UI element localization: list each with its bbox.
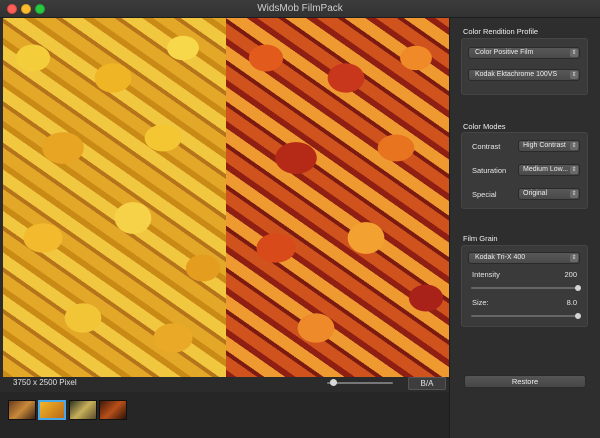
- size-label: Size:: [472, 298, 489, 307]
- grain-film-popup[interactable]: Kodak Tri-X 400 ⇕: [468, 252, 580, 264]
- grain-film-label: Kodak Tri-X 400: [475, 254, 526, 261]
- window-title: WidsMob FilmPack: [257, 3, 343, 14]
- pixel-size-label: 3750 x 2500 Pixel: [13, 378, 77, 387]
- chevron-updown-icon: ⇕: [570, 142, 578, 150]
- before-after-button[interactable]: B/A: [408, 377, 446, 390]
- size-slider[interactable]: [471, 313, 581, 319]
- intensity-slider-knob[interactable]: [575, 285, 581, 291]
- color-modes-title: Color Modes: [463, 122, 506, 131]
- film-popup[interactable]: Kodak Ektachrome 100VS ⇕: [468, 69, 580, 81]
- contrast-value: High Contrast: [523, 142, 566, 149]
- intensity-label: Intensity: [472, 270, 500, 279]
- chevron-updown-icon: ⇕: [570, 254, 578, 262]
- film-grain-title: Film Grain: [463, 234, 498, 243]
- color-rendition-title: Color Rendition Profile: [463, 27, 539, 36]
- restore-button[interactable]: Restore: [464, 375, 586, 388]
- size-slider-knob[interactable]: [575, 313, 581, 319]
- special-popup[interactable]: Original ⇕: [518, 188, 580, 200]
- intensity-slider[interactable]: [471, 285, 581, 291]
- saturation-label: Saturation: [472, 166, 507, 175]
- chevron-updown-icon: ⇕: [570, 49, 578, 57]
- filmstrip-thumbnail-selected[interactable]: [38, 400, 66, 420]
- film-grain-group: Kodak Tri-X 400 ⇕ Intensity 200 Size: 8.…: [461, 245, 588, 327]
- filmstrip-thumbnail[interactable]: [69, 400, 97, 420]
- filmstrip-thumbnail[interactable]: [8, 400, 36, 420]
- title-bar: WidsMob FilmPack: [0, 0, 600, 18]
- zoom-slider[interactable]: [327, 379, 393, 386]
- contrast-popup[interactable]: High Contrast ⇕: [518, 140, 580, 152]
- special-value: Original: [523, 190, 548, 197]
- special-label: Special: [472, 190, 497, 199]
- status-bar: 3750 x 2500 Pixel B/A: [3, 377, 449, 390]
- size-value: 8.0: [566, 298, 577, 307]
- chevron-updown-icon: ⇕: [570, 166, 578, 174]
- saturation-value: Medium Low...: [523, 166, 569, 173]
- film-popup-label: Kodak Ektachrome 100VS: [475, 71, 558, 78]
- original-image: [3, 18, 226, 377]
- filmstrip: [0, 392, 449, 438]
- zoom-slider-knob[interactable]: [329, 379, 337, 386]
- profile-popup[interactable]: Color Positive Film ⇕: [468, 47, 580, 59]
- filmstrip-thumbnail[interactable]: [99, 400, 127, 420]
- color-modes-group: Contrast High Contrast ⇕ Saturation Medi…: [461, 132, 588, 209]
- saturation-popup[interactable]: Medium Low... ⇕: [518, 164, 580, 176]
- photo-preview[interactable]: [3, 18, 449, 377]
- contrast-label: Contrast: [472, 142, 501, 151]
- chevron-updown-icon: ⇕: [570, 190, 578, 198]
- color-rendition-group: Color Positive Film ⇕ Kodak Ektachrome 1…: [461, 38, 588, 95]
- settings-sidebar: Color Rendition Profile Color Positive F…: [449, 18, 600, 438]
- intensity-value: 200: [564, 270, 577, 279]
- profile-popup-label: Color Positive Film: [475, 49, 534, 56]
- processed-image: [226, 18, 449, 377]
- chevron-updown-icon: ⇕: [570, 71, 578, 79]
